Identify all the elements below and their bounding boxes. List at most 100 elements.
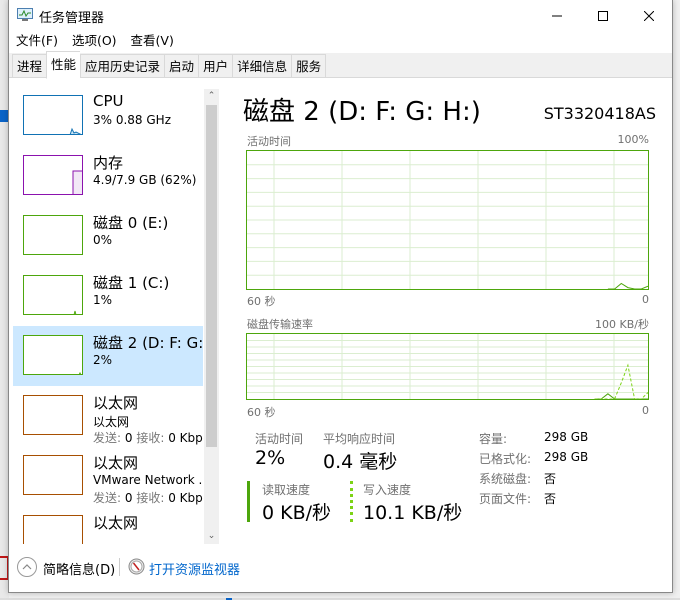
sidebar-item-name: 内存 (93, 154, 124, 172)
ethernet1-thumbnail-graph (23, 395, 83, 435)
tab-processes[interactable]: 进程 (12, 54, 47, 78)
sidebar-item-name: 磁盘 2 (D: F: G: (93, 334, 204, 352)
footer-divider (119, 558, 120, 576)
minimize-button[interactable] (534, 0, 580, 31)
sidebar-item-name: 以太网 (93, 514, 139, 532)
write-speed-label: 写入速度 (363, 483, 412, 497)
read-speed-value: 0 KB/秒 (262, 502, 332, 524)
close-icon (644, 10, 654, 21)
tab-startup[interactable]: 启动 (164, 54, 199, 78)
disk1-thumbnail-graph (23, 275, 83, 315)
tab-services[interactable]: 服务 (291, 54, 327, 78)
sidebar-item-cpu[interactable]: CPU 3% 0.88 GHz (13, 86, 203, 146)
sidebar-item-disk-1[interactable]: 磁盘 1 (C:) 1% (13, 266, 203, 326)
transfer-graph-x-left: 60 秒 (247, 406, 276, 419)
capacity-value: 298 GB (544, 430, 589, 444)
sidebar-item-sub: 0% (93, 233, 113, 247)
sidebar-item-name: CPU (93, 92, 124, 110)
scroll-down-arrow-icon[interactable]: ⌄ (204, 529, 219, 544)
sidebar-item-sub: 4.9/7.9 GB (62%) (93, 173, 197, 187)
page-file-label: 页面文件: (479, 492, 532, 506)
read-speed-label: 读取速度 (262, 483, 311, 497)
active-time-label: 活动时间 (255, 432, 304, 446)
capacity-label: 容量: (479, 432, 508, 446)
read-speed-line (594, 393, 648, 399)
sidebar-item-ethernet-2[interactable]: 以太网 VMware Network . 发送: 0 接收: 0 Kbp (13, 446, 203, 506)
avg-response-value: 0.4 毫秒 (323, 451, 398, 473)
fewer-details-button[interactable] (17, 557, 37, 577)
task-manager-app-icon (17, 8, 33, 21)
active-time-graph (246, 150, 649, 290)
read-speed-legend-bar (247, 481, 250, 522)
active-time-graph-label: 活动时间 (247, 135, 291, 148)
ethernet3-thumbnail-graph (23, 515, 83, 544)
fewer-details-link[interactable]: 简略信息(D) (43, 559, 115, 578)
resource-monitor-icon (128, 558, 145, 575)
performance-sidebar: CPU 3% 0.88 GHz 内存 4.9/7.9 GB (62%) 磁盘 0… (9, 86, 221, 544)
sidebar-item-sub: VMware Network . (93, 473, 203, 487)
close-button[interactable] (626, 0, 672, 31)
system-disk-label: 系统磁盘: (479, 472, 532, 486)
sidebar-item-name: 以太网 (93, 394, 139, 412)
system-disk-value: 否 (544, 472, 557, 486)
sidebar-item-disk-2[interactable]: 磁盘 2 (D: F: G: 2% (13, 326, 203, 386)
disk2-thumbnail-graph (23, 335, 83, 375)
window-title: 任务管理器 (39, 11, 105, 26)
cpu-thumbnail-graph (23, 95, 83, 135)
tab-bar: 进程 性能 应用历史记录 启动 用户 详细信息 服务 (9, 51, 672, 79)
disk-model: ST3320418AS (543, 104, 656, 123)
menu-bar: 文件(F) 选项(O) 查看(V) (9, 31, 181, 51)
sidebar-item-sub: 1% (93, 293, 113, 307)
footer-bar: 简略信息(D) 打开资源监视器 (9, 554, 672, 582)
sidebar-item-sub: 以太网 (93, 415, 130, 429)
transfer-graph-x-right: 0 (642, 404, 649, 417)
ethernet2-thumbnail-graph (23, 455, 83, 495)
active-time-graph-x-left: 60 秒 (247, 295, 276, 308)
tab-app-history[interactable]: 应用历史记录 (80, 54, 165, 78)
sidebar-item-name: 磁盘 1 (C:) (93, 274, 170, 292)
write-speed-value: 10.1 KB/秒 (363, 502, 463, 524)
avg-response-label: 平均响应时间 (323, 432, 396, 446)
task-manager-window: 任务管理器 文件(F) 选项(O) 查看(V) 进程 性能 应用历史记录 启动 … (8, 0, 673, 593)
transfer-graph-label: 磁盘传输速率 (247, 318, 313, 331)
menu-options[interactable]: 选项(O) (65, 31, 124, 51)
write-speed-line (594, 363, 648, 399)
scrollbar-thumb[interactable] (206, 105, 217, 447)
menu-file[interactable]: 文件(F) (9, 31, 65, 51)
tab-users[interactable]: 用户 (198, 54, 233, 78)
disk0-thumbnail-graph (23, 215, 83, 255)
sidebar-item-disk-0[interactable]: 磁盘 0 (E:) 0% (13, 206, 203, 266)
title-bar[interactable]: 任务管理器 (9, 0, 672, 31)
formatted-label: 已格式化: (479, 452, 532, 466)
open-resource-monitor-link[interactable]: 打开资源监视器 (149, 559, 240, 578)
formatted-value: 298 GB (544, 450, 589, 464)
sidebar-item-memory[interactable]: 内存 4.9/7.9 GB (62%) (13, 146, 203, 206)
sidebar-item-throughput: 发送: 0 接收: 0 Kbp (93, 431, 203, 445)
disk-detail-panel: 磁盘 2 (D: F: G: H:) ST3320418AS 活动时间 100%… (239, 86, 669, 536)
tab-performance[interactable]: 性能 (46, 51, 81, 79)
page-file-value: 否 (544, 492, 557, 506)
sidebar-item-sub: 3% 0.88 GHz (93, 113, 172, 127)
sidebar-item-ethernet-3[interactable]: 以太网 (13, 506, 203, 544)
menu-view[interactable]: 查看(V) (124, 31, 181, 51)
minimize-icon (552, 15, 562, 16)
active-time-value: 2% (255, 447, 286, 469)
write-speed-legend-bar (350, 481, 353, 522)
sidebar-item-throughput: 发送: 0 接收: 0 Kbp (93, 491, 203, 505)
maximize-icon (598, 10, 608, 21)
active-time-graph-max: 100% (617, 133, 649, 146)
disk-title: 磁盘 2 (D: F: G: H:) (243, 97, 481, 127)
active-time-graph-x-right: 0 (642, 293, 649, 306)
transfer-graph-max: 100 KB/秒 (595, 318, 649, 331)
tab-details[interactable]: 详细信息 (232, 54, 292, 78)
chevron-up-icon (22, 564, 32, 570)
sidebar-item-sub: 2% (93, 353, 113, 367)
maximize-button[interactable] (580, 0, 626, 31)
scroll-up-arrow-icon[interactable]: ⌃ (204, 89, 219, 104)
sidebar-scrollbar[interactable]: ⌃ ⌄ (204, 89, 219, 544)
memory-thumbnail-graph (23, 155, 83, 195)
transfer-rate-graph (246, 333, 649, 400)
sidebar-item-ethernet-1[interactable]: 以太网 以太网 发送: 0 接收: 0 Kbp (13, 386, 203, 446)
sidebar-item-name: 以太网 (93, 454, 139, 472)
sidebar-item-name: 磁盘 0 (E:) (93, 214, 169, 232)
